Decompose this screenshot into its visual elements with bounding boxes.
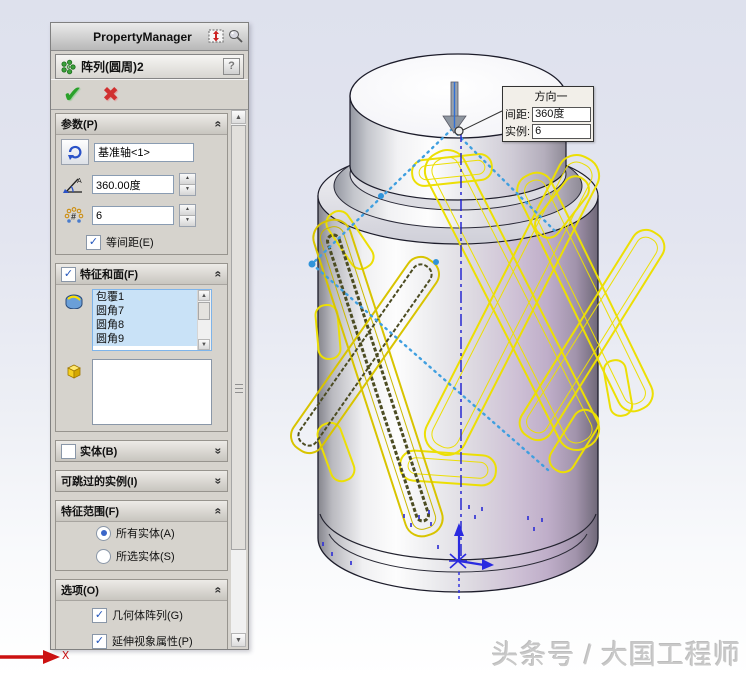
count-spinner[interactable]: ▲ ▼ bbox=[179, 204, 196, 227]
spin-up-icon: ▲ bbox=[180, 174, 195, 185]
geometry-pattern-checkbox[interactable]: ✓ bbox=[92, 607, 107, 623]
selected-bodies-radio[interactable] bbox=[96, 548, 111, 564]
axis-input[interactable] bbox=[94, 142, 194, 162]
list-item[interactable]: 圆角7 bbox=[93, 304, 198, 318]
section-skipped-instances-header[interactable]: 可跳过的实例(I) » bbox=[56, 471, 227, 491]
section-bodies: 实体(B) » bbox=[55, 440, 228, 462]
bodies-checkbox[interactable] bbox=[61, 443, 76, 459]
angle-icon: A bbox=[61, 175, 87, 195]
cancel-button[interactable]: ✖ bbox=[102, 82, 119, 107]
all-bodies-label: 所有实体(A) bbox=[116, 528, 175, 540]
spin-up-icon: ▲ bbox=[180, 205, 195, 216]
propagate-visual-checkbox[interactable]: ✓ bbox=[92, 633, 107, 649]
listbox-scrollbar[interactable]: ▲ ▼ bbox=[197, 290, 211, 350]
callout-instances-label: 实例: bbox=[505, 126, 531, 138]
scroll-down-icon[interactable]: ▼ bbox=[198, 339, 210, 350]
svg-text:#: # bbox=[71, 211, 76, 221]
x-axis-indicator bbox=[0, 650, 60, 664]
angle-spinner[interactable]: ▲ ▼ bbox=[179, 173, 196, 196]
list-item[interactable]: 圆角9 bbox=[93, 332, 198, 346]
section-features-faces: ✓ 特征和面(F) « 包覆1 圆角7 圆角8 圆角9 ▲ ▼ bbox=[55, 263, 228, 432]
instance-count-input[interactable] bbox=[92, 206, 174, 225]
features-listbox[interactable]: 包覆1 圆角7 圆角8 圆角9 ▲ ▼ bbox=[92, 289, 212, 351]
section-label: 特征和面(F) bbox=[80, 269, 139, 281]
scroll-down-icon[interactable]: ▼ bbox=[231, 633, 246, 647]
scroll-grip[interactable] bbox=[235, 384, 243, 393]
expand-icon[interactable]: » bbox=[212, 478, 226, 485]
section-feature-scope: 特征范围(F) « 所有实体(A) 所选实体(S) bbox=[55, 500, 228, 571]
feature-name: 阵列(圆周)2 bbox=[81, 60, 144, 74]
section-label: 参数(P) bbox=[61, 119, 98, 131]
propagate-visual-label: 延伸视象属性(P) bbox=[112, 636, 193, 648]
help-button[interactable]: ? bbox=[223, 58, 240, 75]
collapse-icon[interactable]: « bbox=[212, 587, 226, 594]
scroll-up-icon[interactable]: ▲ bbox=[231, 110, 246, 124]
property-manager-panel: PropertyManager 阵列(圆周)2 ? ✔ ✖ 参数(P) « 基准… bbox=[50, 22, 249, 650]
scroll-up-icon[interactable]: ▲ bbox=[198, 290, 210, 301]
svg-text:A: A bbox=[77, 178, 82, 185]
spin-down-icon: ▼ bbox=[180, 185, 195, 195]
pattern-axis-icon bbox=[61, 139, 89, 165]
instance-count-icon: # bbox=[61, 206, 87, 226]
section-label: 可跳过的实例(I) bbox=[61, 476, 138, 488]
solidworks-window: { "panel": { "title": "PropertyManager",… bbox=[0, 0, 746, 677]
expand-icon[interactable]: » bbox=[212, 448, 226, 455]
section-parameters: 参数(P) « A ▲▼ bbox=[55, 113, 228, 255]
list-item[interactable]: 圆角8 bbox=[93, 318, 198, 332]
scroll-thumb[interactable] bbox=[231, 125, 246, 550]
equal-spacing-label: 等间距(E) bbox=[106, 237, 154, 249]
ok-button[interactable]: ✔ bbox=[63, 81, 82, 108]
solid-body-icon bbox=[61, 359, 87, 381]
feature-header: 阵列(圆周)2 ? bbox=[55, 54, 244, 79]
panel-body: 参数(P) « A ▲▼ bbox=[51, 110, 248, 649]
callout-title: 方向一 bbox=[534, 91, 568, 103]
section-label: 选项(O) bbox=[61, 585, 99, 597]
equal-spacing-checkbox[interactable]: ✓ bbox=[86, 234, 101, 250]
x-axis-label: X bbox=[62, 649, 70, 663]
features-faces-checkbox[interactable]: ✓ bbox=[61, 266, 76, 282]
callout-spacing-field[interactable]: 360度 bbox=[532, 106, 591, 122]
section-options-header[interactable]: 选项(O) « bbox=[56, 580, 227, 601]
panel-title: PropertyManager bbox=[93, 29, 192, 44]
section-label: 实体(B) bbox=[80, 446, 118, 458]
panel-scrollbar[interactable]: ▲ ▼ bbox=[231, 110, 246, 647]
selected-bodies-label: 所选实体(S) bbox=[116, 551, 175, 563]
auto-show-icon[interactable] bbox=[208, 29, 225, 44]
circular-pattern-icon bbox=[59, 59, 77, 75]
section-feature-scope-header[interactable]: 特征范围(F) « bbox=[56, 501, 227, 522]
section-bodies-header[interactable]: 实体(B) » bbox=[56, 441, 227, 461]
pattern-callout: 方向一 间距: 360度 实例: 6 bbox=[502, 86, 594, 142]
section-label: 特征范围(F) bbox=[61, 506, 120, 518]
spin-down-icon: ▼ bbox=[180, 216, 195, 226]
wrap-feature-icon bbox=[61, 289, 87, 309]
section-parameters-header[interactable]: 参数(P) « bbox=[56, 114, 227, 135]
panel-titlebar: PropertyManager bbox=[51, 23, 248, 51]
all-bodies-radio[interactable] bbox=[96, 525, 111, 541]
scroll-thumb[interactable] bbox=[198, 302, 210, 320]
callout-spacing-label: 间距: bbox=[505, 109, 531, 121]
pushpin-icon[interactable] bbox=[227, 29, 244, 44]
callout-instances-field[interactable]: 6 bbox=[532, 123, 591, 139]
section-skipped-instances: 可跳过的实例(I) » bbox=[55, 470, 228, 492]
section-options: 选项(O) « ✓ 几何体阵列(G) ✓ 延伸视象属性(P) 完整预览(F) bbox=[55, 579, 228, 649]
angle-input[interactable] bbox=[92, 175, 174, 194]
collapse-icon[interactable]: « bbox=[212, 121, 226, 128]
list-item[interactable]: 包覆1 bbox=[93, 290, 198, 304]
watermark: 头条号 / 大国工程师 bbox=[491, 640, 741, 670]
panel-actions: ✔ ✖ bbox=[51, 79, 248, 110]
section-features-faces-header[interactable]: ✓ 特征和面(F) « bbox=[56, 264, 227, 285]
geometry-pattern-label: 几何体阵列(G) bbox=[112, 610, 183, 622]
collapse-icon[interactable]: « bbox=[212, 271, 226, 278]
collapse-icon[interactable]: « bbox=[212, 508, 226, 515]
bodies-listbox[interactable] bbox=[92, 359, 212, 425]
